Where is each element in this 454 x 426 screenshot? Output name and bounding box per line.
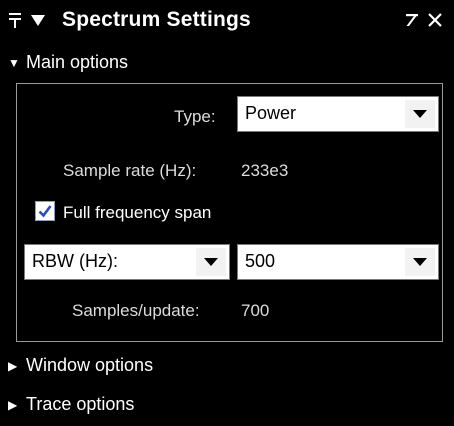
title-bar: Spectrum Settings xyxy=(0,0,454,40)
section-window-options[interactable]: ▶ Window options xyxy=(8,355,153,376)
undock-arrow-icon[interactable] xyxy=(404,12,420,28)
rbw-value: 500 xyxy=(245,251,276,271)
chevron-down-icon[interactable] xyxy=(405,100,435,128)
collapsed-triangle-icon: ▶ xyxy=(8,358,18,373)
close-icon[interactable] xyxy=(426,11,444,29)
pin-icon[interactable] xyxy=(7,10,23,30)
menu-triangle-icon[interactable] xyxy=(29,12,47,28)
section-main-options[interactable]: ▼ Main options xyxy=(8,52,128,73)
samples-update-value: 700 xyxy=(241,301,270,320)
spectrum-settings-panel: Spectrum Settings ▼ Main options Type: P… xyxy=(0,0,454,426)
full-frequency-span-label[interactable]: Full frequency span xyxy=(63,203,211,223)
rbw-mode-value: RBW (Hz): xyxy=(32,251,118,271)
type-dropdown[interactable]: Power xyxy=(237,96,439,132)
section-main-options-label: Main options xyxy=(26,52,129,72)
chevron-down-icon[interactable] xyxy=(196,248,226,276)
collapsed-triangle-icon: ▶ xyxy=(8,397,18,412)
checkmark-icon xyxy=(38,205,52,218)
expanded-triangle-icon: ▼ xyxy=(8,55,20,70)
type-label: Type: xyxy=(174,107,216,126)
rbw-mode-dropdown[interactable]: RBW (Hz): xyxy=(24,244,230,280)
sample-rate-value: 233e3 xyxy=(241,161,289,180)
full-frequency-span-checkbox[interactable] xyxy=(35,201,55,221)
section-window-options-label: Window options xyxy=(26,355,154,375)
section-trace-options[interactable]: ▶ Trace options xyxy=(8,394,134,415)
sample-rate-label: Sample rate (Hz): xyxy=(63,161,197,180)
rbw-value-dropdown[interactable]: 500 xyxy=(237,244,439,280)
section-trace-options-label: Trace options xyxy=(26,394,135,414)
samples-update-label: Samples/update: xyxy=(72,301,200,320)
chevron-down-icon[interactable] xyxy=(405,248,435,276)
window-title: Spectrum Settings xyxy=(62,8,251,31)
type-dropdown-value: Power xyxy=(245,103,297,123)
